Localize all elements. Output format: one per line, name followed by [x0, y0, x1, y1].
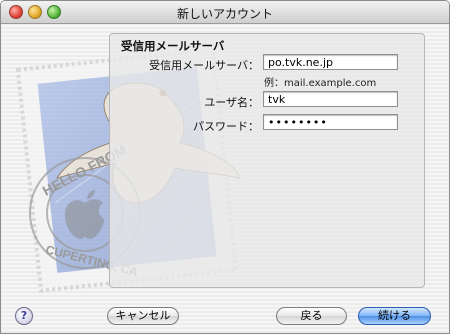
continue-button[interactable]: 続ける — [358, 307, 431, 325]
new-account-window: 新しいアカウント HELLO FROM CUPERTINO, CA 受信用メール… — [0, 0, 450, 334]
password-field[interactable]: •••••••• — [263, 114, 398, 130]
panel-heading: 受信用メールサーバ — [121, 39, 225, 53]
user-name-field[interactable]: tvk — [263, 91, 398, 107]
cancel-button[interactable]: キャンセル — [107, 307, 179, 325]
incoming-server-field[interactable]: po.tvk.ne.jp — [263, 54, 398, 70]
server-label: 受信用メールサーバ： — [149, 59, 259, 72]
server-example-hint: 例：mail.example.com — [264, 78, 377, 89]
back-button[interactable]: 戻る — [276, 307, 347, 325]
user-name-label: ユーザ名： — [204, 96, 259, 109]
help-button[interactable]: ? — [15, 307, 33, 325]
password-label: パスワード： — [193, 120, 259, 133]
window-title: 新しいアカウント — [176, 7, 273, 21]
title-bar: 新しいアカウント — [1, 1, 449, 24]
